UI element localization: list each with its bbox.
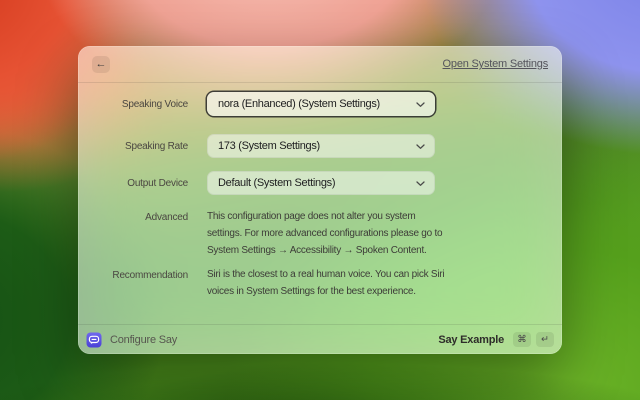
- output-device-label: Output Device: [78, 176, 188, 191]
- speaking-rate-row: Speaking Rate 173 (System Settings): [78, 134, 562, 158]
- recommendation-label: Recommendation: [78, 266, 188, 284]
- command-key-icon: ⌘: [513, 332, 531, 347]
- output-device-value: Default (System Settings): [218, 177, 335, 189]
- window-header: ← Open System Settings: [78, 46, 562, 83]
- say-example-label: Say Example: [438, 334, 504, 346]
- speaking-voice-row: Speaking Voice nora (Enhanced) (System S…: [78, 92, 562, 116]
- speaking-voice-value: nora (Enhanced) (System Settings): [218, 98, 380, 110]
- chevron-down-icon: [416, 100, 425, 109]
- configure-say-window: ← Open System Settings Speaking Voice no…: [78, 46, 562, 354]
- speaking-voice-dropdown[interactable]: nora (Enhanced) (System Settings): [207, 92, 435, 116]
- speaking-rate-label: Speaking Rate: [78, 139, 188, 154]
- footer-bar: Configure Say Say Example ⌘ ↵: [78, 324, 562, 354]
- say-speech-bubble-icon: [86, 332, 102, 348]
- speaking-rate-value: 173 (System Settings): [218, 140, 320, 152]
- advanced-note: Advanced This configuration page does no…: [78, 208, 562, 259]
- return-key-icon: ↵: [536, 332, 554, 347]
- speaking-voice-label: Speaking Voice: [78, 97, 188, 112]
- advanced-text: This configuration page does not alter y…: [207, 208, 445, 259]
- open-system-settings-link[interactable]: Open System Settings: [443, 58, 548, 70]
- chevron-down-icon: [416, 142, 425, 151]
- advanced-label: Advanced: [78, 208, 188, 226]
- output-device-dropdown[interactable]: Default (System Settings): [207, 171, 435, 195]
- chevron-down-icon: [416, 179, 425, 188]
- output-device-row: Output Device Default (System Settings): [78, 171, 562, 195]
- back-arrow-icon: ←: [96, 58, 107, 70]
- speaking-rate-dropdown[interactable]: 173 (System Settings): [207, 134, 435, 158]
- say-example-action[interactable]: Say Example ⌘ ↵: [438, 332, 554, 347]
- description-section: Advanced This configuration page does no…: [78, 208, 562, 307]
- recommendation-note: Recommendation Siri is the closest to a …: [78, 266, 562, 300]
- back-button[interactable]: ←: [92, 56, 110, 73]
- recommendation-text: Siri is the closest to a real human voic…: [207, 266, 445, 300]
- command-name: Configure Say: [110, 334, 177, 346]
